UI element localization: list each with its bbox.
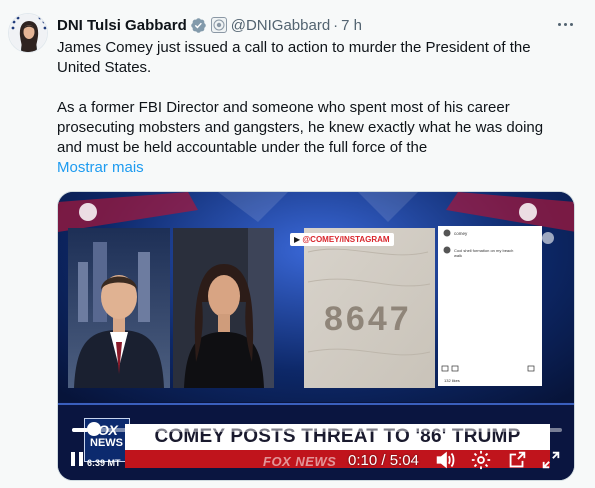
verified-badge-icon — [190, 17, 207, 34]
tweet-paragraph-2: As a former FBI Director and someone who… — [57, 99, 544, 156]
government-badge-icon — [210, 17, 227, 33]
avatar[interactable] — [8, 13, 48, 53]
video-controls: 0:10 / 5:04 — [58, 444, 574, 476]
tweet-header: DNI Tulsi Gabbard @DNIGabbard · 7 h — [57, 14, 362, 36]
tweet-text: James Comey just issued a call to action… — [57, 38, 562, 158]
gear-icon[interactable] — [470, 449, 492, 471]
host-panel — [68, 228, 170, 388]
show-more-link[interactable]: Mostrar mais — [57, 158, 144, 178]
shell-formation: 8647 — [324, 300, 412, 338]
instagram-photo: 8647 — [304, 228, 435, 388]
video-progress-bar[interactable] — [72, 428, 562, 432]
handle[interactable]: @DNIGabbard — [231, 17, 330, 34]
more-horizontal-icon[interactable] — [555, 16, 575, 32]
fullscreen-icon[interactable] — [540, 449, 562, 471]
picture-in-picture-icon[interactable] — [506, 449, 528, 471]
pause-icon[interactable] — [68, 450, 86, 468]
display-name[interactable]: DNI Tulsi Gabbard — [57, 17, 187, 34]
instagram-username: comey — [454, 231, 468, 236]
video-player[interactable]: 8647 ▶ @COMEY/INSTAGRAM comey Cool shell… — [57, 191, 575, 481]
instagram-likes: 132 likes — [444, 378, 460, 383]
separator: · — [333, 16, 339, 34]
timestamp[interactable]: 7 h — [341, 17, 362, 34]
volume-icon[interactable] — [434, 449, 456, 471]
video-time-readout: 0:10 / 5:04 — [348, 452, 419, 469]
guest-panel — [173, 228, 274, 388]
instagram-source-tag: ▶ @COMEY/INSTAGRAM — [290, 233, 394, 246]
tweet-card[interactable]: DNI Tulsi Gabbard @DNIGabbard · 7 h Jame… — [0, 0, 595, 488]
tweet-paragraph-1: James Comey just issued a call to action… — [57, 39, 531, 76]
instagram-caption: Cool shell formation on my beach walk — [454, 248, 514, 258]
video-scrubber-handle[interactable] — [87, 422, 101, 436]
instagram-post-mock: comey Cool shell formation on my beach w… — [438, 226, 542, 386]
video-progress-fill — [72, 428, 89, 432]
instagram-tag-text: @COMEY/INSTAGRAM — [302, 235, 390, 244]
